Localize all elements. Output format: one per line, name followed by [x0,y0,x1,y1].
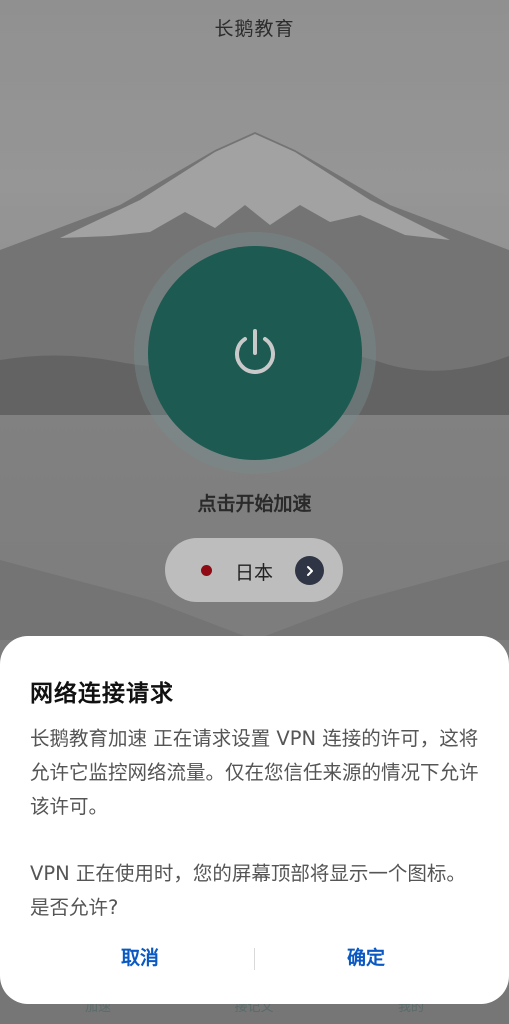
dialog-actions: 取消 确定 [0,940,509,976]
dialog-title: 网络连接请求 [30,681,174,707]
vpn-permission-dialog: 网络连接请求 长鹅教育加速 正在请求设置 VPN 连接的许可，这将允许它监控网络… [0,636,509,1004]
power-button[interactable] [148,246,362,460]
app-title: 长鹅教育 [214,18,295,40]
cancel-button[interactable]: 取消 [40,940,240,976]
region-selector[interactable]: 日本 [165,538,343,602]
region-name: 日本 [235,562,274,584]
dialog-body-paragraph-1: 长鹅教育加速 正在请求设置 VPN 连接的许可，这将允许它监控网络流量。仅在您信… [30,727,479,818]
japan-flag-icon [201,565,212,576]
dialog-body: 长鹅教育加速 正在请求设置 VPN 连接的许可，这将允许它监控网络流量。仅在您信… [30,722,482,925]
dialog-body-paragraph-2: VPN 正在使用时，您的屏幕顶部将显示一个图标。 是否允许? [30,862,466,919]
start-acceleration-label: 点击开始加速 [197,493,312,515]
chevron-right-icon[interactable] [295,556,324,585]
confirm-button[interactable]: 确定 [266,940,466,976]
screen: 长鹅教育 点击开始加速 日本 加速 接记文 我的 网络连接请求 长鹅教育加速 正… [0,0,509,1024]
power-icon [235,329,275,374]
dialog-button-divider [254,948,255,970]
